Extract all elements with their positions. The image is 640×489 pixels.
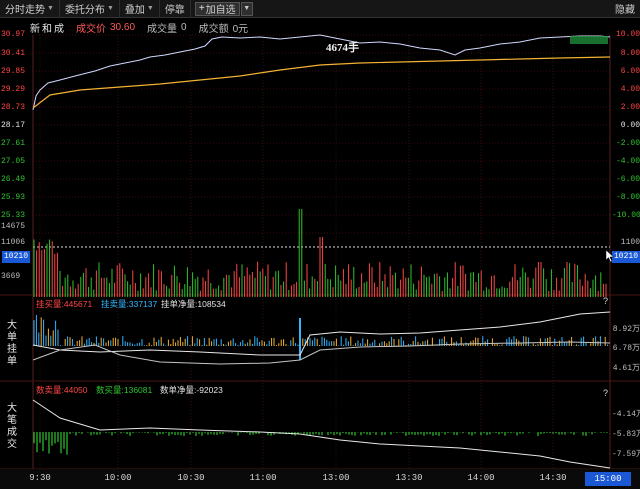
- big-trade-panel-plot: [32, 399, 611, 469]
- price-lines: [32, 34, 611, 111]
- trade-sell-legend: 数卖量:44050: [36, 385, 88, 395]
- time-tick: 9:30: [29, 473, 51, 483]
- trade-buy-legend: 数买量:136081: [96, 385, 153, 395]
- time-tick: 10:30: [177, 473, 205, 483]
- pct-tick: -8.00: [615, 193, 640, 202]
- trade-net-legend: 数单净量:-92023: [160, 385, 223, 395]
- average-price-line: [32, 56, 611, 109]
- order-axis-tick: 6.78万: [612, 344, 640, 353]
- pct-tick: -4.00: [615, 157, 640, 166]
- volume-tick: 3669: [1, 272, 21, 281]
- price-tick: 25.33: [1, 211, 26, 220]
- volume-crosshair-tag: 10210: [2, 251, 31, 263]
- pct-tick: 2.00: [620, 103, 640, 112]
- volume-tick: 11006: [1, 238, 26, 247]
- volume-bars: [33, 209, 607, 297]
- order-axis-tick: 8.92万: [612, 325, 640, 334]
- volume-crosshair-tag-right: 10210: [612, 251, 640, 263]
- time-axis: 9:30 10:00 10:30 11:00 13:00 13:30 14:00…: [0, 469, 640, 489]
- price-tick: 30.97: [1, 30, 26, 39]
- time-tick: 13:00: [322, 473, 350, 483]
- order-net-line: [32, 311, 611, 356]
- trade-axis-tick: -4.14万: [612, 410, 640, 419]
- big-order-panel-title: 大单挂单: [7, 320, 17, 367]
- big-trade-panel-title: 大笔成交: [7, 403, 17, 450]
- volume-annotation: 4674手: [326, 42, 359, 54]
- trade-axis-tick: -5.83万: [612, 430, 640, 439]
- pct-tick: -6.00: [615, 175, 640, 184]
- price-tick: 27.05: [1, 157, 26, 166]
- intraday-chart[interactable]: [0, 0, 640, 469]
- pct-tick: 0.00: [620, 121, 640, 130]
- volume-tick: 1100: [620, 238, 640, 247]
- price-tick: 29.85: [1, 67, 26, 76]
- time-tick: 14:30: [539, 473, 567, 483]
- pct-tick: -10.00: [612, 211, 640, 220]
- pct-tick: 8.00: [620, 49, 640, 58]
- price-tick: 29.29: [1, 85, 26, 94]
- help-icon[interactable]: ?: [603, 388, 608, 398]
- help-icon[interactable]: ?: [603, 296, 608, 306]
- price-line: [32, 34, 611, 111]
- order-sell-legend: 挂卖量:337137: [101, 299, 158, 309]
- pct-tick: 10.00: [615, 30, 640, 39]
- mouse-pointer-icon: [606, 250, 614, 262]
- price-tick: 28.73: [1, 103, 26, 112]
- time-tick: 11:00: [249, 473, 277, 483]
- price-tick: 26.49: [1, 175, 26, 184]
- price-tick: 30.41: [1, 49, 26, 58]
- pct-tick: -2.00: [615, 139, 640, 148]
- order-axis-tick: 4.61万: [612, 364, 640, 373]
- current-time-tag: 15:00: [585, 472, 631, 486]
- time-tick: 13:30: [395, 473, 423, 483]
- pct-tick: 6.00: [620, 67, 640, 76]
- price-tick: 25.93: [1, 193, 26, 202]
- big-order-panel-plot: [32, 311, 611, 365]
- price-tick: 28.17: [1, 121, 26, 130]
- time-tick: 10:00: [104, 473, 132, 483]
- volume-tick: 14675: [1, 222, 26, 231]
- order-net-legend: 挂单净量:108534: [161, 299, 226, 309]
- trade-axis-tick: -7.59万: [612, 450, 640, 459]
- price-tick: 27.61: [1, 139, 26, 148]
- time-tick: 14:00: [467, 473, 495, 483]
- order-buy-legend: 挂买量:445671: [36, 299, 93, 309]
- limit-fill: [570, 36, 608, 44]
- pct-tick: 4.00: [620, 85, 640, 94]
